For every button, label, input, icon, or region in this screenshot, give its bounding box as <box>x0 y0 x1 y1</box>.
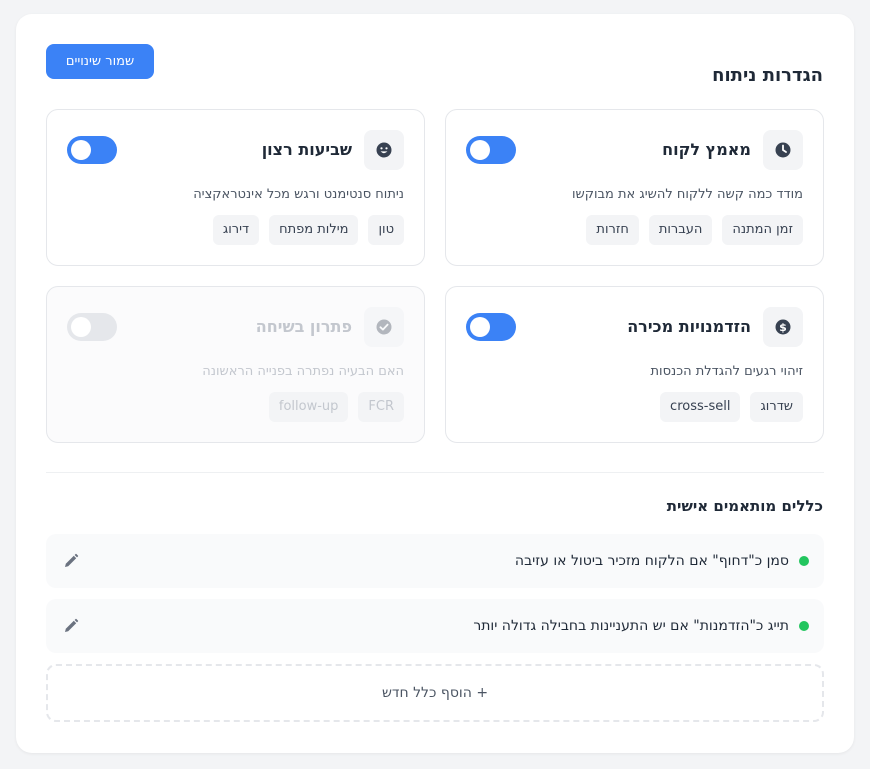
card-title: פתרון בשיחה <box>255 317 352 336</box>
card-call-resolution: פתרון בשיחה האם הבעיה נפתרה בפנייה הראשו… <box>46 286 425 443</box>
svg-text:$: $ <box>779 321 787 334</box>
card-title: הזדמנויות מכירה <box>627 317 751 336</box>
card-tags: טון מילות מפתח דירוג <box>212 215 404 245</box>
card-tags: FCR follow-up <box>268 392 404 422</box>
tag: cross-sell <box>660 392 741 422</box>
add-rule-button[interactable]: + הוסף כלל חדש <box>46 664 824 722</box>
rule-text: סמן כ"דחוף" אם הלקוח מזכיר ביטול או עזיב… <box>514 553 789 569</box>
tag: דירוג <box>212 215 260 245</box>
status-dot <box>799 621 809 631</box>
tag: חזרות <box>586 215 639 245</box>
card-customer-effort: מאמץ לקוח מודד כמה קשה ללקוח להשיג את מב… <box>445 109 824 266</box>
smiley-icon <box>364 130 404 170</box>
card-description: זיהוי רגעים להגדלת הכנסות <box>650 364 803 379</box>
edit-icon[interactable] <box>62 617 80 635</box>
toggle-knob <box>71 317 91 337</box>
card-tags: זמן המתנה העברות חזרות <box>586 215 803 245</box>
custom-rules-title: כללים מותאמים אישית <box>666 497 823 515</box>
tag: זמן המתנה <box>722 215 803 245</box>
dollar-icon: $ <box>763 307 803 347</box>
toggle-knob <box>71 140 91 160</box>
tag: העברות <box>648 215 713 245</box>
list-item: סמן כ"דחוף" אם הלקוח מזכיר ביטול או עזיב… <box>46 534 824 588</box>
toggle-knob <box>470 140 490 160</box>
customer-effort-toggle[interactable] <box>466 136 516 164</box>
tag: FCR <box>358 392 404 422</box>
call-resolution-toggle[interactable] <box>67 313 117 341</box>
toggle-knob <box>470 317 490 337</box>
card-description: ניתוח סנטימנט ורגש מכל אינטראקציה <box>193 187 404 202</box>
rule-text: תייג כ"הזדמנות" אם יש התעניינות בחבילה ג… <box>473 618 789 634</box>
list-item: תייג כ"הזדמנות" אם יש התעניינות בחבילה ג… <box>46 599 824 653</box>
tag: follow-up <box>268 392 349 422</box>
edit-icon[interactable] <box>62 552 80 570</box>
card-title: שביעות רצון <box>261 140 352 159</box>
card-description: האם הבעיה נפתרה בפנייה הראשונה <box>202 364 404 379</box>
tag: שדרוג <box>750 392 803 422</box>
satisfaction-toggle[interactable] <box>67 136 117 164</box>
tag: טון <box>368 215 404 245</box>
section-divider <box>46 472 824 473</box>
card-satisfaction: שביעות רצון ניתוח סנטימנט ורגש מכל אינטר… <box>46 109 425 266</box>
check-circle-icon <box>364 307 404 347</box>
card-title: מאמץ לקוח <box>662 140 751 159</box>
card-tags: שדרוג cross-sell <box>660 392 803 422</box>
card-sales-opportunities: $ הזדמנויות מכירה זיהוי רגעים להגדלת הכנ… <box>445 286 824 443</box>
sales-opportunities-toggle[interactable] <box>466 313 516 341</box>
tag: מילות מפתח <box>269 215 359 245</box>
save-changes-button[interactable]: שמור שינויים <box>46 44 154 79</box>
status-dot <box>799 556 809 566</box>
analysis-settings-panel: הגדרות ניתוח שמור שינויים מאמץ לקוח מודד… <box>16 14 854 753</box>
clock-icon <box>763 130 803 170</box>
page-title: הגדרות ניתוח <box>712 65 823 86</box>
card-description: מודד כמה קשה ללקוח להשיג את מבוקשו <box>572 187 803 202</box>
